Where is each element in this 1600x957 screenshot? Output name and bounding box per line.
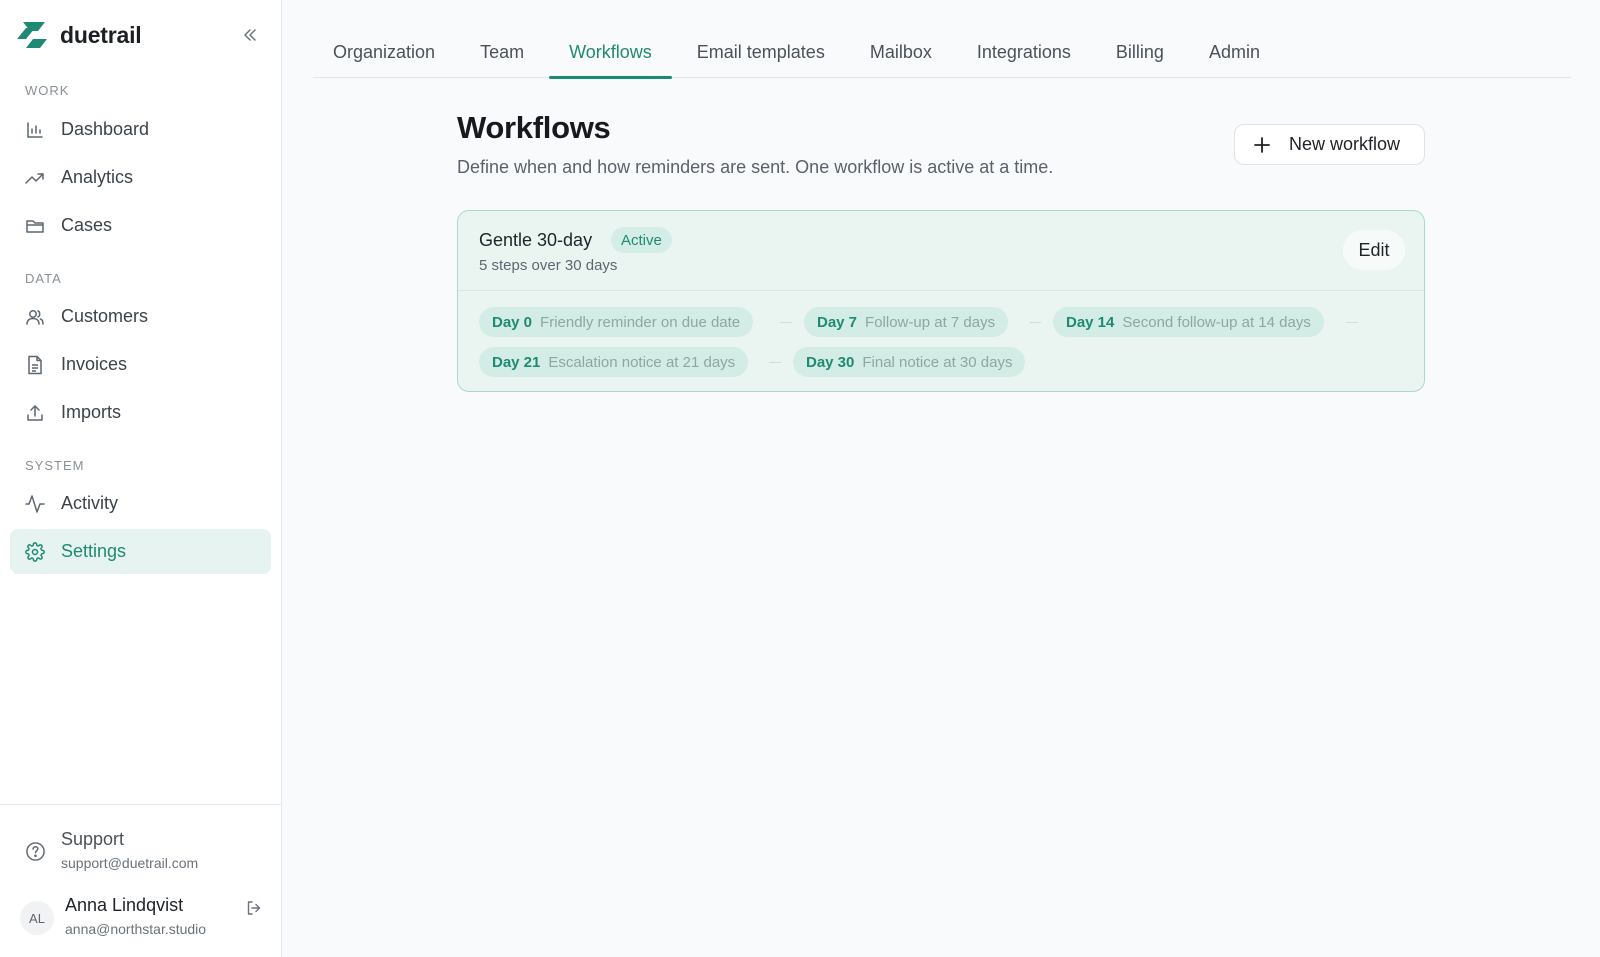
sidebar-item-label: Customers	[61, 306, 149, 326]
collapse-sidebar-button[interactable]	[236, 22, 264, 48]
tab-email-templates[interactable]: Email templates	[677, 30, 845, 78]
step-day: Day 21	[492, 353, 541, 371]
folder-icon	[25, 216, 45, 236]
page-title: Workflows	[457, 110, 611, 145]
duetrail-logo-icon	[17, 22, 47, 48]
workflow-step: Day 7 Follow-up at 7 days	[804, 307, 1009, 337]
activity-icon	[25, 494, 45, 514]
step-day: Day 0	[492, 313, 533, 331]
step-description: Friendly reminder on due date	[540, 313, 741, 331]
sidebar-item-invoices[interactable]: Invoices	[10, 342, 271, 387]
new-workflow-button[interactable]: New workflow	[1234, 124, 1425, 165]
tab-team[interactable]: Team	[460, 30, 544, 78]
logout-icon	[247, 901, 261, 915]
user-profile: AL Anna Lindqvist anna@northstar.studio	[20, 895, 265, 937]
user-email: anna@northstar.studio	[65, 921, 207, 937]
workflow-card[interactable]: Gentle 30-day Active 5 steps over 30 day…	[457, 210, 1425, 392]
section-label-system: SYSTEM	[25, 458, 85, 473]
tab-admin[interactable]: Admin	[1189, 30, 1280, 78]
new-workflow-label: New workflow	[1289, 134, 1401, 154]
support-link[interactable]: Support support@duetrail.com	[25, 829, 198, 871]
workflow-step: Day 30 Final notice at 30 days	[793, 347, 1026, 377]
step-description: Final notice at 30 days	[862, 353, 1013, 371]
users-icon	[25, 307, 45, 327]
sidebar-item-analytics[interactable]: Analytics	[10, 155, 271, 200]
gear-icon	[25, 541, 45, 562]
trending-up-icon	[25, 168, 45, 188]
edit-workflow-button[interactable]: Edit	[1343, 230, 1405, 270]
brand-name: duetrail	[60, 21, 142, 48]
upload-icon	[25, 403, 45, 423]
status-badge: Active	[611, 227, 672, 253]
workflow-summary: 5 steps over 30 days	[479, 257, 618, 274]
sidebar-item-label: Settings	[61, 541, 127, 561]
sidebar-item-label: Activity	[61, 493, 119, 513]
sidebar-item-activity[interactable]: Activity	[10, 481, 271, 526]
sidebar-item-customers[interactable]: Customers	[10, 294, 271, 339]
section-label-work: WORK	[25, 83, 70, 98]
chevrons-left-icon	[244, 29, 256, 41]
step-description: Escalation notice at 21 days	[548, 353, 736, 371]
brand[interactable]: duetrail	[14, 18, 142, 52]
sidebar: duetrail WORK Dashboard Analytics Cases …	[0, 0, 282, 957]
step-description: Follow-up at 7 days	[865, 313, 996, 331]
step-day: Day 14	[1066, 313, 1115, 331]
step-description: Second follow-up at 14 days	[1122, 313, 1311, 331]
step-connector	[780, 322, 792, 323]
sidebar-item-label: Analytics	[61, 167, 134, 187]
step-connector	[1346, 322, 1358, 323]
sidebar-item-label: Cases	[61, 215, 113, 235]
sidebar-footer: Support support@duetrail.com AL Anna Lin…	[0, 804, 281, 957]
sidebar-item-label: Dashboard	[61, 119, 150, 139]
tab-integrations[interactable]: Integrations	[957, 30, 1091, 78]
document-icon	[25, 355, 45, 375]
step-connector	[769, 362, 781, 363]
section-label-data: DATA	[25, 271, 62, 286]
avatar[interactable]: AL	[20, 901, 54, 935]
logout-button[interactable]	[243, 897, 265, 919]
tab-billing[interactable]: Billing	[1096, 30, 1184, 78]
tab-mailbox[interactable]: Mailbox	[850, 30, 952, 78]
sidebar-item-imports[interactable]: Imports	[10, 390, 271, 435]
step-connector	[1029, 322, 1041, 323]
step-day: Day 30	[806, 353, 855, 371]
tab-workflows[interactable]: Workflows	[549, 30, 672, 79]
sidebar-item-settings[interactable]: Settings	[10, 529, 271, 574]
workflow-name: Gentle 30-day	[479, 230, 593, 250]
workflow-step: Day 14 Second follow-up at 14 days	[1053, 307, 1324, 337]
page-description: Define when and how reminders are sent. …	[457, 157, 1054, 177]
sidebar-item-label: Imports	[61, 402, 122, 422]
workflow-step: Day 21 Escalation notice at 21 days	[479, 347, 749, 377]
settings-tabs: Organization Team Workflows Email templa…	[313, 30, 1571, 79]
bar-chart-icon	[25, 120, 45, 140]
plus-icon	[1254, 136, 1270, 153]
user-name: Anna Lindqvist	[65, 895, 184, 915]
sidebar-item-dashboard[interactable]: Dashboard	[10, 107, 271, 152]
workflow-card-header: Gentle 30-day Active 5 steps over 30 day…	[458, 211, 1424, 291]
sidebar-item-cases[interactable]: Cases	[10, 203, 271, 248]
support-email: support@duetrail.com	[61, 855, 199, 871]
help-circle-icon	[26, 842, 45, 861]
sidebar-item-label: Invoices	[61, 354, 128, 374]
tab-organization[interactable]: Organization	[313, 30, 455, 78]
workflow-step: Day 0 Friendly reminder on due date	[479, 307, 754, 337]
step-day: Day 7	[817, 313, 858, 331]
support-title: Support	[61, 829, 125, 849]
